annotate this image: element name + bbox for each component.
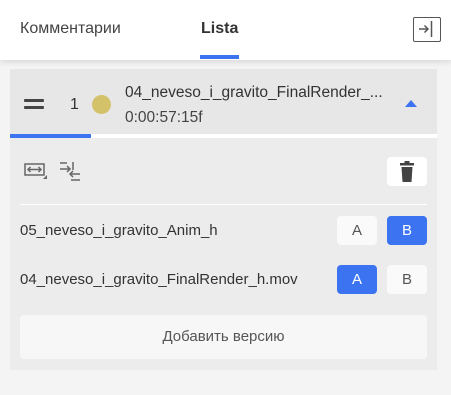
swap-versions-icon[interactable] xyxy=(58,160,82,182)
chevron-up-icon[interactable] xyxy=(405,100,417,107)
add-version-button[interactable]: Добавить версию xyxy=(20,315,427,359)
drag-handle-icon[interactable] xyxy=(24,99,44,109)
tab-comments[interactable]: Комментарии xyxy=(20,20,121,38)
version-row: 05_neveso_i_gravito_Anim_h A B xyxy=(10,213,437,249)
compare-a-button[interactable]: A xyxy=(337,216,377,245)
version-row: 04_neveso_i_gravito_FinalRender_h.mov A … xyxy=(10,262,437,298)
delete-button[interactable] xyxy=(387,157,427,186)
fit-width-icon[interactable] xyxy=(24,162,48,180)
version-name: 04_neveso_i_gravito_FinalRender_h.mov xyxy=(20,271,298,288)
item-duration: 0:00:57:15f xyxy=(125,109,203,126)
trash-icon xyxy=(400,161,414,182)
item-index: 1 xyxy=(70,96,79,113)
compare-b-button[interactable]: B xyxy=(387,265,427,294)
collapse-panel-icon xyxy=(419,21,433,37)
tab-lista[interactable]: Lista xyxy=(201,20,238,38)
divider xyxy=(20,204,427,205)
list-item-header[interactable]: 1 04_neveso_i_gravito_FinalRender_... 0:… xyxy=(10,69,437,138)
compare-b-button[interactable]: B xyxy=(387,216,427,245)
collapse-panel-button[interactable] xyxy=(413,17,441,42)
compare-a-button[interactable]: A xyxy=(337,265,377,294)
status-dot xyxy=(92,95,111,114)
panel-header: Комментарии Lista xyxy=(0,0,451,60)
item-title: 04_neveso_i_gravito_FinalRender_... xyxy=(125,84,383,101)
version-name: 05_neveso_i_gravito_Anim_h xyxy=(20,222,218,239)
active-tab-indicator xyxy=(200,55,239,59)
